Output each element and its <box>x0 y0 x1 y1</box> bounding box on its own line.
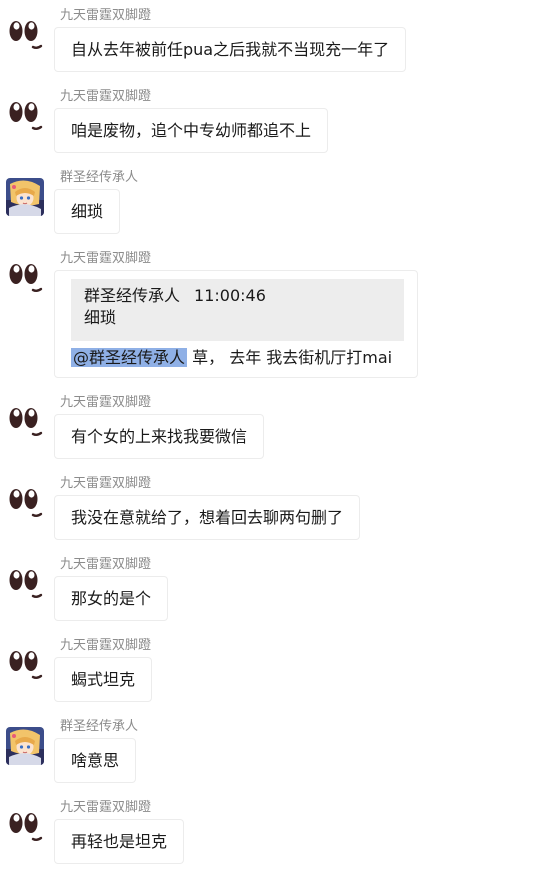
sender-name: 九天雷霆双脚蹬 <box>60 476 152 491</box>
sender-name: 九天雷霆双脚蹬 <box>60 8 152 23</box>
sender-name: 九天雷霆双脚蹬 <box>60 638 152 653</box>
sender-name: 九天雷霆双脚蹬 <box>60 800 152 815</box>
message-bubble[interactable]: 那女的是个 <box>54 576 169 621</box>
message-bubble[interactable]: 有个女的上来找我要微信 <box>54 414 265 459</box>
eyes-avatar-icon[interactable] <box>6 484 44 522</box>
message-bubble[interactable]: 啥意思 <box>54 738 137 783</box>
message-bubble[interactable]: 群圣经传承人 11:00:46 细琐 @群圣经传承人 草， 去年 我去街机厅打ma… <box>54 270 418 378</box>
eyes-avatar-icon[interactable] <box>6 646 44 684</box>
quoted-author: 群圣经传承人 <box>84 286 181 305</box>
anime-girl-avatar-icon[interactable] <box>6 178 44 216</box>
eyes-avatar-icon[interactable] <box>6 565 44 603</box>
eyes-avatar-icon[interactable] <box>6 808 44 846</box>
quoted-message[interactable]: 群圣经传承人 11:00:46 细琐 <box>71 279 404 341</box>
sender-name: 群圣经传承人 <box>60 170 139 185</box>
eyes-avatar-icon[interactable] <box>6 403 44 441</box>
message-bubble[interactable]: 我没在意就给了，想着回去聊两句删了 <box>54 495 361 540</box>
message-bubble[interactable]: 咱是废物，追个中专幼师都追不上 <box>54 108 329 153</box>
quoted-time: 11:00:46 <box>194 286 266 305</box>
anime-girl-avatar-icon[interactable] <box>6 727 44 765</box>
eyes-avatar-icon[interactable] <box>6 259 44 297</box>
sender-name: 九天雷霆双脚蹬 <box>60 251 152 266</box>
mention-tag[interactable]: @群圣经传承人 <box>71 348 188 367</box>
message-bubble[interactable]: 蝎式坦克 <box>54 657 153 702</box>
sender-name: 群圣经传承人 <box>60 719 139 734</box>
message-bubble[interactable]: 细琐 <box>54 189 121 234</box>
sender-name: 九天雷霆双脚蹬 <box>60 557 152 572</box>
quoted-text: 细琐 <box>84 308 117 327</box>
chat-window: 九天雷霆双脚蹬 自从去年被前任pua之后我就不当现充一年了 九天雷霆双脚蹬 咱是… <box>0 0 535 874</box>
message-bubble[interactable]: 自从去年被前任pua之后我就不当现充一年了 <box>54 27 407 72</box>
message-bubble[interactable]: 再轻也是坦克 <box>54 819 185 864</box>
eyes-avatar-icon[interactable] <box>6 16 44 54</box>
sender-name: 九天雷霆双脚蹬 <box>60 395 152 410</box>
eyes-avatar-icon[interactable] <box>6 97 44 135</box>
sender-name: 九天雷霆双脚蹬 <box>60 89 152 104</box>
reply-text: 草， 去年 我去街机厅打mai <box>187 348 393 367</box>
